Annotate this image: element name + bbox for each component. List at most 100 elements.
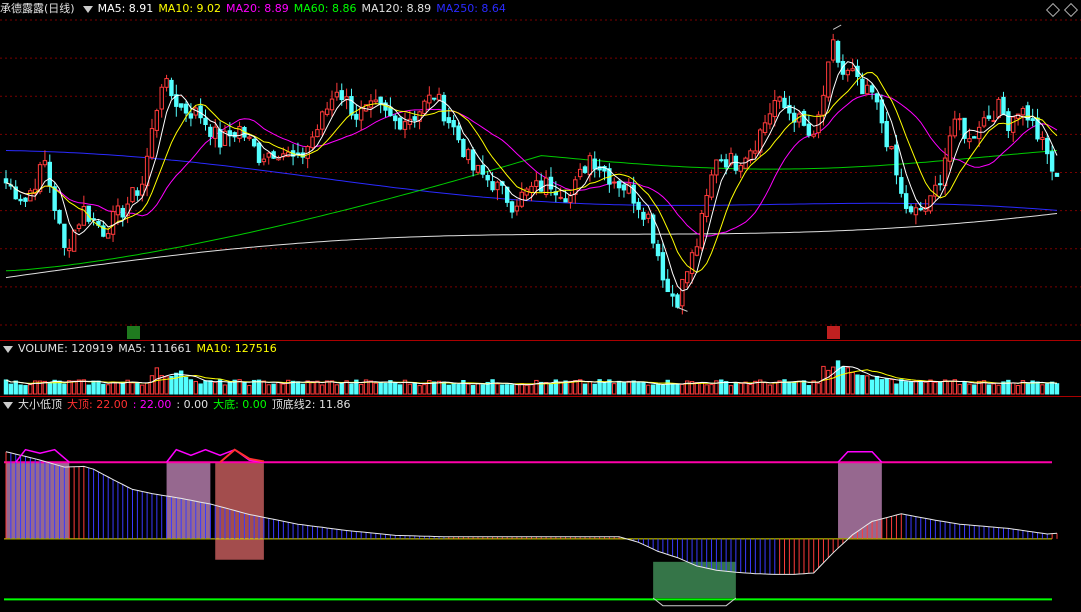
volume-bar	[495, 383, 500, 395]
candle	[981, 117, 987, 127]
volume-bar	[660, 384, 666, 395]
volume-bar	[261, 380, 267, 395]
candle	[120, 207, 125, 218]
volume-bar	[869, 379, 875, 395]
candle	[1011, 116, 1016, 133]
candle	[1040, 137, 1045, 140]
candle	[349, 96, 354, 116]
volume-bar	[135, 382, 140, 395]
volume-bar	[796, 380, 802, 395]
candle	[1054, 172, 1060, 177]
volume-bar	[568, 380, 573, 395]
volume-bar	[514, 383, 520, 395]
volume-bar	[938, 381, 943, 395]
volume-bar	[431, 381, 437, 395]
volume-bar	[850, 371, 855, 395]
candle	[738, 164, 743, 172]
candle	[879, 99, 885, 124]
ma20-line	[5, 93, 1058, 237]
volume-bar	[412, 382, 417, 395]
candle	[733, 155, 739, 171]
candle	[42, 160, 48, 166]
candle	[427, 94, 432, 104]
candle	[874, 93, 880, 103]
volume-bar	[884, 378, 889, 395]
volume-bar	[222, 384, 228, 395]
candle	[461, 138, 466, 158]
volume-bar	[295, 381, 301, 395]
volume-bar	[840, 366, 846, 395]
candle	[826, 61, 831, 98]
candle	[1006, 111, 1011, 131]
candle	[115, 205, 121, 216]
volume-bar	[670, 384, 675, 395]
volume-bar	[81, 379, 87, 395]
candle	[470, 149, 476, 171]
volume-bar	[534, 379, 539, 395]
candle	[918, 208, 923, 211]
volume-bar	[587, 381, 593, 395]
volume-bar	[276, 382, 281, 395]
volume-bar	[281, 383, 286, 395]
candle	[830, 39, 836, 61]
volume-bar	[1045, 383, 1050, 395]
candle	[329, 98, 335, 111]
volume-bar	[816, 382, 821, 395]
volume-bar	[1035, 381, 1040, 395]
volume-bar	[704, 384, 709, 395]
volume-bar	[748, 383, 753, 395]
volume-bar	[451, 383, 456, 395]
candle	[431, 97, 437, 100]
volume-bar	[548, 383, 554, 395]
volume-bar	[879, 379, 885, 395]
candle	[256, 142, 262, 163]
volume-bar	[271, 383, 276, 395]
volume-bar	[772, 382, 777, 395]
stock-chart[interactable]	[0, 0, 1081, 612]
candle	[466, 149, 471, 161]
volume-bar	[855, 374, 860, 395]
volume-bar	[957, 383, 962, 395]
candle	[772, 100, 777, 118]
candle	[709, 174, 714, 198]
volume-bar	[928, 379, 933, 395]
candle	[354, 113, 359, 120]
candle	[247, 136, 252, 139]
volume-bar	[208, 380, 213, 395]
candle	[451, 120, 456, 128]
volume-bar	[665, 379, 670, 395]
volume-bar	[655, 384, 661, 395]
candle	[154, 110, 160, 131]
candle	[188, 113, 194, 119]
volume-bar	[466, 383, 471, 395]
candle	[1020, 108, 1026, 116]
volume-bar	[500, 384, 505, 395]
candle	[529, 185, 534, 193]
volume-bar	[28, 384, 33, 395]
candle	[928, 195, 933, 212]
volume-bar	[801, 380, 807, 395]
volume-bar	[991, 383, 996, 395]
volume-bar	[602, 382, 607, 395]
volume-bar	[972, 384, 977, 395]
volume-bar	[806, 385, 812, 395]
volume-bar	[680, 383, 685, 395]
candle	[996, 98, 1001, 118]
volume-bar	[358, 383, 364, 395]
volume-bar	[675, 384, 680, 395]
volume-bar	[110, 381, 116, 395]
candle	[694, 246, 700, 256]
candle	[164, 78, 169, 88]
candle	[670, 293, 675, 297]
candle	[534, 180, 539, 187]
candle	[899, 177, 904, 194]
volume-bar	[456, 384, 461, 395]
volume-bar	[339, 382, 344, 395]
candle	[23, 197, 28, 202]
candle	[18, 198, 23, 202]
volume-bar	[480, 384, 486, 395]
candle	[169, 79, 174, 97]
candle	[675, 294, 680, 308]
volume-bar	[519, 383, 524, 395]
volume-bar	[193, 381, 198, 395]
